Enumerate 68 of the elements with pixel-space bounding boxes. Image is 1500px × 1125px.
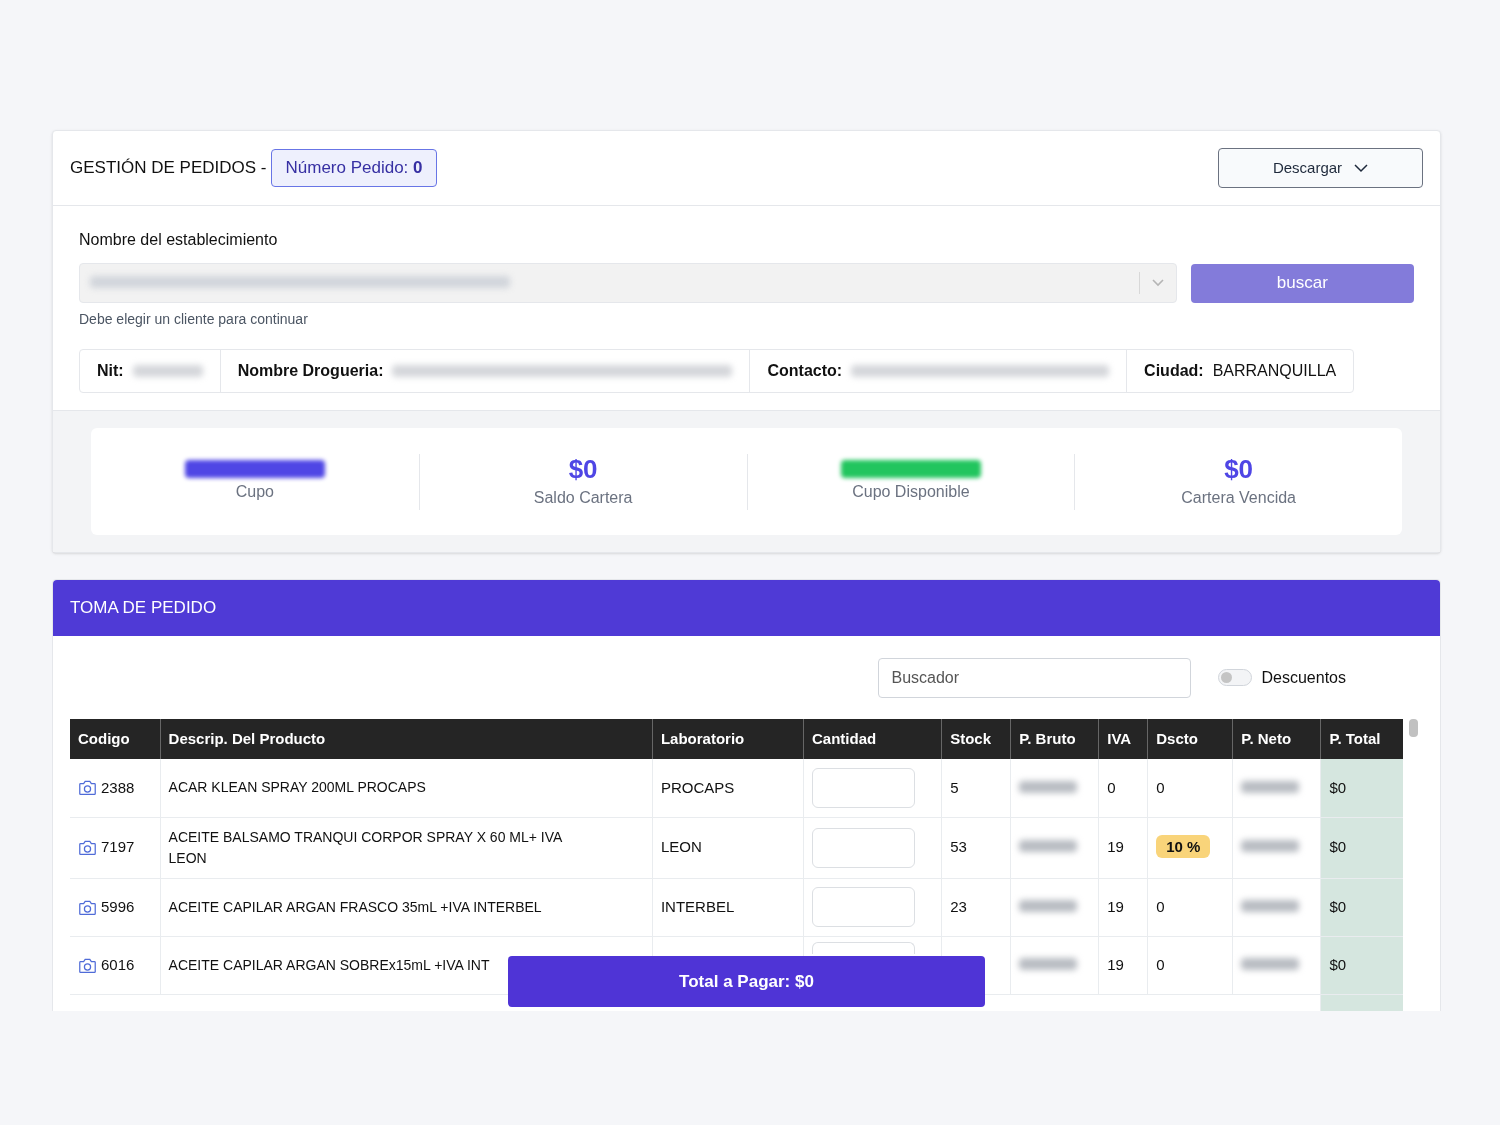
column-header: Codigo xyxy=(70,719,161,759)
discounts-toggle[interactable] xyxy=(1217,669,1252,686)
quantity-field[interactable] xyxy=(812,827,916,868)
discount-badge: 10 % xyxy=(1156,835,1211,859)
product-description: ACEITE CAPILAR ARGAN SOBREx15mL +IVA INT xyxy=(168,955,491,975)
hint-text: Debe elegir un cliente para continuar xyxy=(79,310,309,329)
total-button[interactable]: Total a Pagar: $0 xyxy=(508,956,985,1007)
laboratory-cell: LEON xyxy=(660,838,702,856)
column-header: P. Total xyxy=(1320,719,1403,759)
stat-label: Cupo Disponible xyxy=(852,481,970,502)
column-header: IVA xyxy=(1098,719,1148,759)
total-cell: $0 xyxy=(1329,955,1347,973)
product-description: ACAR KLEAN SPRAY 200ML PROCAPS xyxy=(168,778,427,798)
section-title: TOMA DE PEDIDO xyxy=(70,597,217,620)
stat-value: $0 xyxy=(1224,453,1254,484)
laboratory-cell: PROCAPS xyxy=(660,778,735,796)
iva-cell: 19 xyxy=(1107,838,1124,856)
search-field[interactable]: Buscador xyxy=(877,657,1191,698)
discount-cell: 0 xyxy=(1156,897,1165,915)
scrollbar-thumb[interactable] xyxy=(1409,719,1418,737)
info-value: BARRANQUILLA xyxy=(1212,361,1337,381)
discount-cell: 0 xyxy=(1156,778,1165,796)
stock-cell: 5 xyxy=(950,778,959,796)
product-code: 6016 xyxy=(101,954,135,975)
camera-icon[interactable] xyxy=(78,839,97,856)
quantity-field[interactable] xyxy=(812,941,916,954)
stat-label: Cartera Vencida xyxy=(1181,487,1296,508)
stat-label: Saldo Cartera xyxy=(533,487,633,508)
quantity-field[interactable] xyxy=(812,887,916,927)
column-header: P. Bruto xyxy=(1010,719,1099,759)
stock-cell: 23 xyxy=(950,897,967,915)
quantity-field[interactable] xyxy=(812,767,916,808)
column-header: Stock xyxy=(941,719,1011,759)
column-header: Descrip. Del Producto xyxy=(160,719,653,759)
toggle-label: Descuentos xyxy=(1261,667,1346,688)
info-label: Contacto: xyxy=(767,361,843,381)
chevron-down-icon xyxy=(1151,279,1164,287)
info-label: Nit: xyxy=(97,361,124,381)
column-header: P. Neto xyxy=(1232,719,1321,759)
iva-cell: 19 xyxy=(1107,955,1124,973)
order-number-badge: Número Pedido: 0 xyxy=(271,149,437,187)
page-title: GESTIÓN DE PEDIDOS - xyxy=(70,157,267,180)
total-cell: $0 xyxy=(1329,838,1347,856)
discount-cell: 0 xyxy=(1156,955,1165,973)
stat-value: $0 xyxy=(568,453,598,484)
camera-icon[interactable] xyxy=(78,956,97,974)
download-button[interactable]: Descargar xyxy=(1218,148,1423,188)
product-code: 5996 xyxy=(101,896,135,917)
product-description: ACEITE BALSAMO TRANQUI CORPOR SPRAY X 60 ML+ IVA LEON xyxy=(168,827,563,868)
total-cell: $0 xyxy=(1329,778,1347,796)
laboratory-cell: INTERBEL xyxy=(660,897,735,915)
camera-icon[interactable] xyxy=(78,898,97,916)
camera-icon[interactable] xyxy=(78,779,97,797)
stock-cell: 53 xyxy=(950,838,967,856)
iva-cell: 0 xyxy=(1107,778,1116,796)
product-code: 7197 xyxy=(101,837,135,858)
info-label: Ciudad: xyxy=(1144,361,1204,381)
info-label: Nombre Drogueria: xyxy=(237,361,384,381)
column-header: Cantidad xyxy=(803,719,942,759)
chevron-down-icon xyxy=(1354,163,1369,173)
iva-cell: 19 xyxy=(1107,897,1124,915)
product-code: 2388 xyxy=(101,777,135,798)
stat-label: Cupo xyxy=(235,481,274,502)
column-header: Laboratorio xyxy=(652,719,804,759)
column-header: Dscto xyxy=(1147,719,1233,759)
total-cell: $0 xyxy=(1329,897,1347,915)
field-label: Nombre del establecimiento xyxy=(79,230,279,250)
product-description: ACEITE CAPILAR ARGAN FRASCO 35mL +IVA INTERBEL xyxy=(168,897,543,917)
